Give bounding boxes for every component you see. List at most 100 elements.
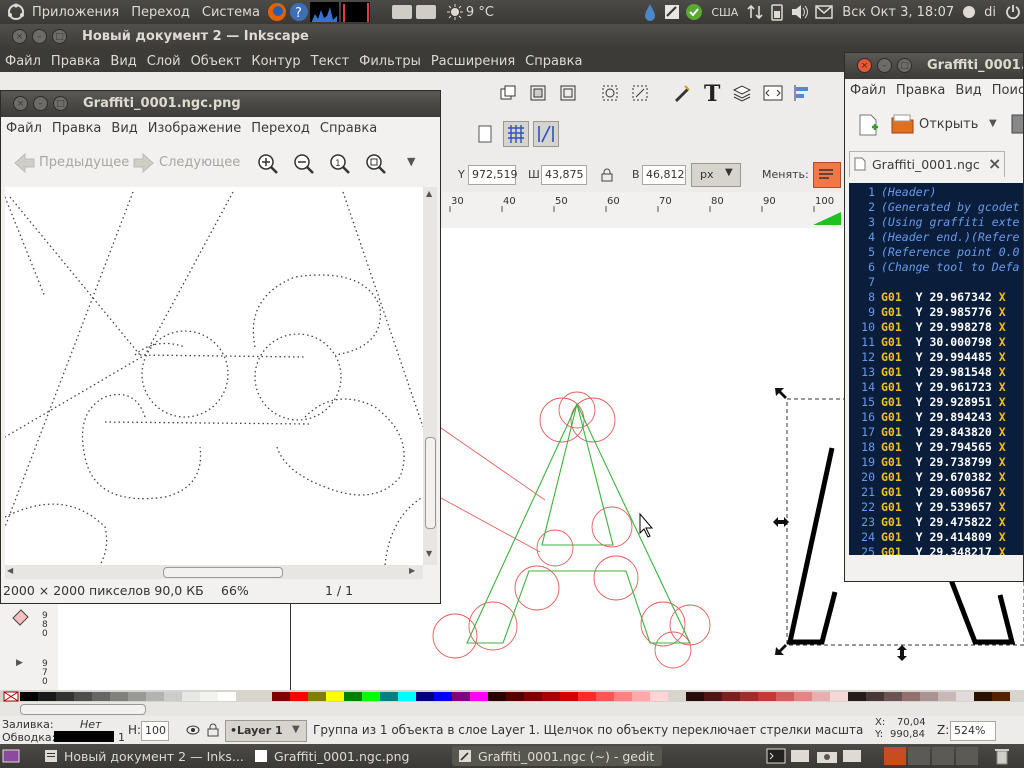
open-button[interactable]: Открыть — [919, 117, 978, 132]
volume-icon[interactable] — [788, 4, 812, 20]
scroll-up-icon[interactable]: ▲ — [426, 189, 432, 198]
h-field[interactable]: 46,812 — [642, 165, 686, 185]
network-arrows-icon[interactable] — [744, 4, 766, 20]
inkscape-close-button[interactable]: × — [12, 29, 27, 44]
grid-toggle-button[interactable] — [503, 121, 529, 147]
zoom-in-icon[interactable] — [257, 153, 279, 175]
guides-toggle-button[interactable] — [533, 121, 559, 147]
eog-menu-go[interactable]: Переход — [246, 121, 315, 136]
taskbar-item-gedit[interactable]: Graffiti_0001.ngc (~) - gedit — [452, 746, 662, 766]
ink-menu-view[interactable]: Вид — [105, 54, 141, 69]
eog-menu-edit[interactable]: Правка — [47, 121, 106, 136]
ink-menu-filters[interactable]: Фильтры — [354, 54, 426, 69]
zoom-normal-icon[interactable]: 1 — [329, 153, 351, 175]
firefox-icon[interactable] — [266, 1, 288, 23]
color-palette[interactable] — [0, 690, 1024, 702]
ink-menu-object[interactable]: Объект — [186, 54, 247, 69]
workspace-switcher-4[interactable] — [956, 747, 978, 765]
zoom-out-icon[interactable] — [293, 153, 315, 175]
xml-editor-icon[interactable] — [763, 84, 783, 102]
clone-icon[interactable] — [529, 84, 547, 102]
battery-icon[interactable] — [766, 3, 788, 21]
eog-maximize-button[interactable]: □ — [53, 96, 68, 111]
layer-select[interactable]: •Layer 1 ▼ — [225, 720, 307, 742]
expand-tools-icon[interactable]: ▶ — [16, 658, 23, 668]
eog-menu-help[interactable]: Справка — [315, 121, 382, 136]
gedit-menu-file[interactable]: Файл — [845, 83, 891, 98]
previous-button[interactable]: Предыдущее — [39, 155, 129, 170]
opacity-field[interactable]: 100 — [141, 721, 169, 741]
clock[interactable]: Вск Окт 3, 18:07 — [836, 5, 960, 20]
trash-icon[interactable] — [994, 747, 1010, 765]
help-icon[interactable]: ? — [288, 1, 310, 23]
gedit-text-area[interactable]: 1 (Header) 2 (Generated by gcodet 3 (Using … — [849, 183, 1023, 555]
inkscape-minimize-button[interactable]: – — [32, 29, 47, 44]
taskbar-item-image-viewer[interactable]: Graffiti_0001.ngc.png — [248, 746, 448, 766]
terminal-tray-icon[interactable] — [766, 748, 786, 764]
ink-menu-path[interactable]: Контур — [246, 54, 305, 69]
fill-value[interactable]: Нет — [80, 718, 101, 731]
user-status-icon[interactable] — [960, 5, 978, 19]
user-name[interactable]: di — [978, 5, 1002, 20]
taskbar-item-inkscape[interactable]: Новый документ 2 — Inks... — [38, 746, 244, 766]
zoom-fit-icon[interactable] — [365, 153, 387, 175]
lock-icon[interactable] — [601, 168, 613, 182]
workspace-switcher-1[interactable] — [884, 747, 906, 765]
palette-scroll-thumb[interactable] — [20, 704, 146, 715]
workspace-switcher-3[interactable] — [932, 747, 954, 765]
keyboard-layout[interactable]: США — [705, 6, 744, 19]
align-distribute-icon[interactable] — [793, 84, 811, 102]
unit-select[interactable]: px ▼ — [691, 163, 741, 187]
menu-places[interactable]: Переход — [125, 5, 196, 20]
eog-minimize-button[interactable]: – — [33, 96, 48, 111]
scroll-left-icon[interactable]: ◀ — [7, 566, 13, 575]
eog-close-button[interactable]: × — [13, 96, 28, 111]
zoom-drawing-icon[interactable] — [631, 84, 651, 102]
mail-icon[interactable] — [812, 5, 836, 19]
new-document-icon[interactable] — [857, 113, 879, 137]
w-field[interactable]: 43,875 — [541, 165, 587, 185]
power-icon[interactable] — [1002, 4, 1024, 20]
weather-temp[interactable]: 9 °C — [464, 5, 500, 20]
drive-icon-2[interactable] — [414, 3, 438, 21]
layers-icon[interactable] — [733, 84, 751, 102]
duplicate-icon[interactable] — [499, 84, 517, 102]
vertical-scroll-thumb[interactable] — [425, 437, 436, 529]
stroke-swatch[interactable] — [54, 731, 114, 742]
eog-menu-file[interactable]: Файл — [1, 121, 47, 136]
save-icon[interactable] — [1011, 113, 1023, 135]
xml-editor-pen-icon[interactable] — [673, 84, 691, 102]
eog-image-area[interactable] — [5, 187, 423, 565]
notes-icon[interactable] — [661, 4, 683, 20]
update-check-icon[interactable] — [683, 3, 705, 21]
previous-arrow-icon[interactable] — [13, 153, 35, 173]
stroke-width[interactable]: 1 — [118, 731, 125, 744]
window-tray-icon[interactable] — [790, 748, 810, 764]
weather-sun-icon[interactable] — [446, 4, 464, 20]
ink-menu-edit[interactable]: Правка — [46, 54, 105, 69]
zoom-field[interactable]: 524% — [950, 721, 996, 741]
tab-close-icon[interactable]: × — [988, 154, 1001, 173]
next-button[interactable]: Следующее — [159, 155, 240, 170]
toolbar-overflow-icon[interactable]: ▼ — [407, 155, 415, 168]
horizontal-scroll-thumb[interactable] — [163, 567, 283, 578]
scroll-down-icon[interactable]: ▼ — [426, 549, 432, 558]
camera-tray-icon[interactable] — [816, 748, 838, 764]
ink-menu-text[interactable]: Текст — [306, 54, 355, 69]
gedit-menu-view[interactable]: Вид — [950, 83, 986, 98]
system-monitor-icon[interactable] — [309, 1, 370, 23]
gedit-menu-search[interactable]: Поиск — [987, 83, 1023, 98]
zoom-selection-icon[interactable] — [601, 84, 621, 102]
layer-lock-icon[interactable] — [207, 723, 219, 737]
drive-icon[interactable] — [390, 3, 414, 21]
ink-menu-help[interactable]: Справка — [520, 54, 587, 69]
eraser-tool-icon[interactable] — [10, 606, 30, 626]
inkscape-maximize-button[interactable]: □ — [52, 29, 67, 44]
ink-menu-file[interactable]: Файл — [0, 54, 46, 69]
ubuntu-logo-icon[interactable] — [6, 2, 26, 22]
menu-system[interactable]: Система — [196, 5, 266, 20]
workspace-switcher-2[interactable] — [908, 747, 930, 765]
text-tool-icon[interactable]: T — [703, 82, 723, 104]
ink-menu-layer[interactable]: Слой — [142, 54, 186, 69]
visibility-eye-icon[interactable] — [186, 724, 200, 736]
